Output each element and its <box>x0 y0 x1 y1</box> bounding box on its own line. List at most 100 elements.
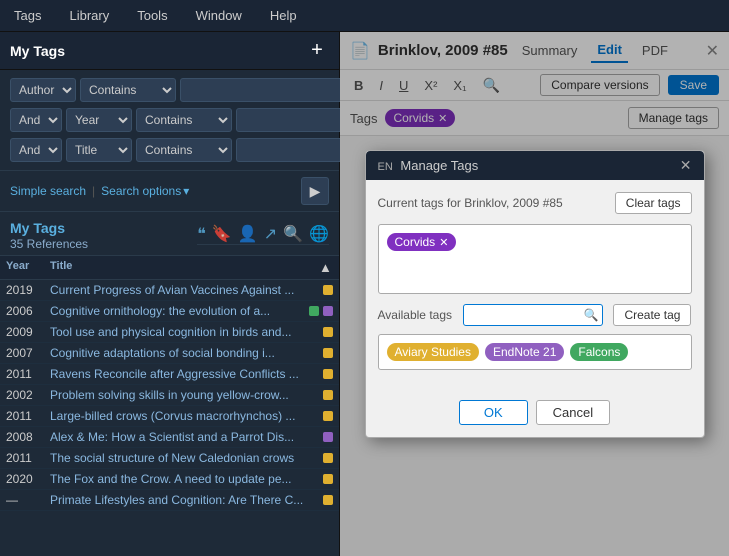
tags-header: My Tags + <box>0 32 339 70</box>
globe-icon[interactable]: 🌐 <box>309 224 329 244</box>
remove-current-corvids-button[interactable]: ✕ <box>439 236 448 249</box>
menu-tools[interactable]: Tools <box>131 4 173 27</box>
reference-table: Year Title ▲ 2019Current Progress of Avi… <box>0 256 339 556</box>
filter-conjunction-2[interactable]: And Or <box>10 108 62 132</box>
filter-field-3[interactable]: Title Author Year <box>66 138 132 162</box>
add-tag-button[interactable]: + <box>305 39 329 63</box>
ref-year: — <box>6 493 50 507</box>
table-row[interactable]: 2006Cognitive ornithology: the evolution… <box>0 301 339 322</box>
mytags-section: My Tags 35 References ❝ 🔖 👤 ↗ 🔍 🌐 <box>0 212 339 256</box>
current-tags-label: Current tags for Brinklov, 2009 #85 <box>378 196 563 210</box>
available-search-icon: 🔍 <box>584 308 599 322</box>
search-options-button[interactable]: Search options ▾ <box>101 184 189 198</box>
ref-title: Primate Lifestyles and Cognition: Are Th… <box>50 493 319 507</box>
search-submit-button[interactable]: ▶ <box>301 177 329 205</box>
create-tag-button[interactable]: Create tag <box>613 304 691 326</box>
left-panel: My Tags + Author Year Title Contains Doe… <box>0 32 340 556</box>
scroll-indicator: ▲ <box>319 260 333 275</box>
export-icon[interactable]: ↗ <box>264 224 277 244</box>
menu-library[interactable]: Library <box>63 4 115 27</box>
main-layout: My Tags + Author Year Title Contains Doe… <box>0 32 729 556</box>
filter-operator-3[interactable]: Contains Does not contain <box>136 138 232 162</box>
search-options-label: Search options <box>101 184 181 198</box>
filter-operator-1[interactable]: Contains Does not contain <box>80 78 176 102</box>
current-corvids-label: Corvids <box>395 235 436 249</box>
filter-field-2[interactable]: Year Author Title <box>66 108 132 132</box>
ref-year: 2006 <box>6 304 50 318</box>
simple-search-link[interactable]: Simple search <box>10 184 86 198</box>
ref-year: 2007 <box>6 346 50 360</box>
clear-tags-button[interactable]: Clear tags <box>615 192 692 214</box>
falcons-tag[interactable]: Falcons <box>570 343 628 361</box>
ref-title: The social structure of New Caledonian c… <box>50 451 319 465</box>
filter-field-1[interactable]: Author Year Title <box>10 78 76 102</box>
available-tags-search-input[interactable] <box>463 304 603 326</box>
table-row[interactable]: 2011Large-billed crows (Corvus macrorhyn… <box>0 406 339 427</box>
modal-cancel-button[interactable]: Cancel <box>536 400 610 425</box>
filter-row-2: And Or Year Author Title Contains Does n… <box>10 108 329 132</box>
ref-year: 2011 <box>6 451 50 465</box>
reference-rows: 2019Current Progress of Avian Vaccines A… <box>0 280 339 511</box>
current-corvids-chip: Corvids ✕ <box>387 233 457 251</box>
ref-dot-yellow <box>323 348 333 358</box>
modal-overlay: EN Manage Tags ✕ Current tags for Brinkl… <box>340 32 729 556</box>
modal-close-button[interactable]: ✕ <box>680 157 692 174</box>
table-row[interactable]: 2019Current Progress of Avian Vaccines A… <box>0 280 339 301</box>
manage-tags-modal: EN Manage Tags ✕ Current tags for Brinkl… <box>365 150 705 438</box>
table-header: Year Title ▲ <box>0 256 339 280</box>
ref-title: Current Progress of Avian Vaccines Again… <box>50 283 319 297</box>
tags-title: My Tags <box>10 43 305 59</box>
ref-title: Tool use and physical cognition in birds… <box>50 325 319 339</box>
available-tags-row: Available tags 🔍 Create tag <box>378 304 692 326</box>
col-year-header: Year <box>6 260 50 275</box>
filter-row-1: Author Year Title Contains Does not cont… <box>10 78 329 102</box>
modal-body: Current tags for Brinklov, 2009 #85 Clea… <box>366 180 704 392</box>
current-tags-row: Current tags for Brinklov, 2009 #85 Clea… <box>378 192 692 214</box>
ref-dot-yellow <box>323 285 333 295</box>
ref-dot-yellow <box>323 411 333 421</box>
bookmark-icon[interactable]: 🔖 <box>212 224 232 244</box>
available-tags-box: Aviary Studies EndNote 21 Falcons <box>378 334 692 370</box>
ref-title: Cognitive adaptations of social bonding … <box>50 346 319 360</box>
menu-help[interactable]: Help <box>264 4 303 27</box>
ref-dot-purple <box>323 306 333 316</box>
add-person-icon[interactable]: 👤 <box>238 224 258 244</box>
search-mode: Simple search | Search options ▾ ▶ <box>0 171 339 212</box>
search-doc-icon[interactable]: 🔍 <box>283 224 303 244</box>
quote-icon[interactable]: ❝ <box>197 224 206 244</box>
ref-title: Problem solving skills in young yellow-c… <box>50 388 319 402</box>
mytags-count: 35 References <box>10 237 88 251</box>
ref-year: 2011 <box>6 409 50 423</box>
ref-dot-yellow <box>323 453 333 463</box>
filter-value-1[interactable] <box>180 78 349 102</box>
table-row[interactable]: 2011Ravens Reconcile after Aggressive Co… <box>0 364 339 385</box>
menu-tags[interactable]: Tags <box>8 4 47 27</box>
table-row[interactable]: 2011The social structure of New Caledoni… <box>0 448 339 469</box>
chevron-down-icon: ▾ <box>183 184 189 198</box>
menu-window[interactable]: Window <box>190 4 248 27</box>
ref-year: 2020 <box>6 472 50 486</box>
table-row[interactable]: 2009Tool use and physical cognition in b… <box>0 322 339 343</box>
mytags-label: My Tags <box>10 220 88 236</box>
menubar: Tags Library Tools Window Help <box>0 0 729 32</box>
table-row[interactable]: 2007Cognitive adaptations of social bond… <box>0 343 339 364</box>
ref-title: Cognitive ornithology: the evolution of … <box>50 304 305 318</box>
ref-dot-yellow <box>323 369 333 379</box>
ref-year: 2009 <box>6 325 50 339</box>
modal-title: Manage Tags <box>400 158 478 173</box>
filter-operator-2[interactable]: Contains Does not contain <box>136 108 232 132</box>
table-row[interactable]: 2008Alex & Me: How a Scientist and a Par… <box>0 427 339 448</box>
aviary-studies-tag[interactable]: Aviary Studies <box>387 343 479 361</box>
table-row[interactable]: 2002Problem solving skills in young yell… <box>0 385 339 406</box>
endnote-21-tag[interactable]: EndNote 21 <box>485 343 564 361</box>
tag-icons-bar: ❝ 🔖 👤 ↗ 🔍 🌐 <box>197 224 329 245</box>
table-row[interactable]: —Primate Lifestyles and Cognition: Are T… <box>0 490 339 511</box>
ref-year: 2019 <box>6 283 50 297</box>
filter-conjunction-3[interactable]: And Or <box>10 138 62 162</box>
table-row[interactable]: 2020The Fox and the Crow. A need to upda… <box>0 469 339 490</box>
ref-dot-yellow <box>323 327 333 337</box>
modal-footer: OK Cancel <box>366 392 704 437</box>
available-tags-search-wrap: 🔍 <box>463 304 603 326</box>
ref-title: Alex & Me: How a Scientist and a Parrot … <box>50 430 319 444</box>
modal-ok-button[interactable]: OK <box>459 400 528 425</box>
